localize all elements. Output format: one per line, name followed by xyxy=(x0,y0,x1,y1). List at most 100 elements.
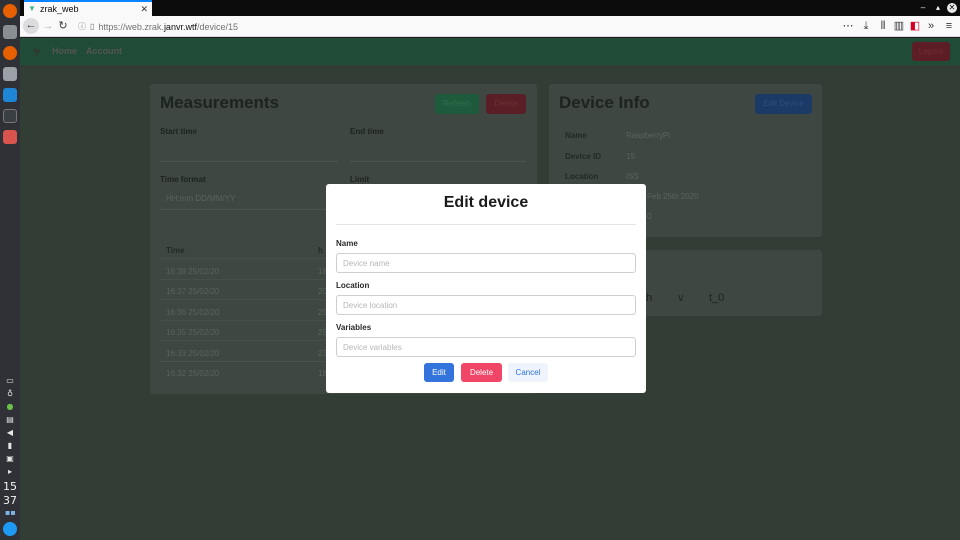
table-row-time: 16:36 25/02/20 xyxy=(166,308,220,317)
display-icon[interactable]: ▭ xyxy=(5,377,15,385)
modal-title: Edit device xyxy=(443,194,529,211)
name-label: Name xyxy=(565,131,587,140)
drive-icon[interactable] xyxy=(3,67,17,81)
maximize-icon[interactable]: ▴ xyxy=(933,3,943,13)
tab-close-icon[interactable]: ✕ xyxy=(140,4,148,15)
edit-device-button[interactable]: Edit Device xyxy=(755,94,812,114)
back-icon[interactable]: ← xyxy=(23,18,39,34)
notifications-icon[interactable]: ▣ xyxy=(5,455,15,463)
expand-tray-icon[interactable]: ▸ xyxy=(5,468,15,476)
refresh-button[interactable]: Refresh xyxy=(435,94,479,114)
time-format-label: Time format xyxy=(160,175,206,184)
browser-navbar: ← → ↻ ⓘ ▯ https:// web.zrak. janvr.wtf /… xyxy=(20,16,960,37)
url-bar[interactable]: ⓘ ▯ https:// web.zrak. janvr.wtf /device… xyxy=(78,19,853,34)
overflow-icon[interactable]: » xyxy=(923,19,939,34)
start-time-input[interactable] xyxy=(160,140,338,162)
row-divider xyxy=(160,299,330,300)
vue-logo-icon[interactable]: ▼ xyxy=(30,44,44,60)
delete-measurements-button[interactable]: Delete xyxy=(486,94,526,114)
clipboard-icon[interactable]: ▤ xyxy=(5,416,15,424)
edit-device-modal: Edit device Name Location Variables Edit… xyxy=(326,184,646,393)
device-info-title: Device Info xyxy=(559,93,650,112)
table-row-time: 16:38 25/02/20 xyxy=(166,267,220,276)
clock-minute: 37 xyxy=(3,494,17,507)
reload-icon[interactable]: ↻ xyxy=(55,19,71,34)
count-value: 0 xyxy=(647,212,652,221)
app-launcher-icon[interactable] xyxy=(3,522,17,536)
edit-button[interactable]: Edit xyxy=(424,363,454,382)
time-format-input[interactable]: HH:mm DD/MM/YY xyxy=(160,188,338,210)
table-row-time: 16:32 25/02/20 xyxy=(166,369,220,378)
url-subdomain: web.zrak. xyxy=(125,21,164,32)
updates-icon[interactable]: ● xyxy=(5,403,15,411)
row-divider xyxy=(160,279,330,280)
os-taskbar: ▭ ♁ ● ▤ ◀ ▮ ▣ ▸ 15 37 ▪▪ xyxy=(0,0,20,540)
measurements-title: Measurements xyxy=(160,93,280,112)
name-field-label: Name xyxy=(336,239,358,248)
location-label: Location xyxy=(565,172,599,181)
modal-divider xyxy=(336,224,636,225)
app-red-icon[interactable] xyxy=(3,130,17,144)
browser-tabbar: ▼ zrak_web ✕ + – ▴ ✕ xyxy=(20,0,960,16)
library-icon[interactable]: ⫴ xyxy=(875,19,891,34)
battery-icon[interactable]: ▮ xyxy=(5,442,15,450)
extension-icon[interactable]: ◧ xyxy=(907,19,923,34)
end-time-label: End time xyxy=(350,127,384,136)
minimize-icon[interactable]: – xyxy=(918,3,928,13)
row-divider xyxy=(160,320,330,321)
device-name-input[interactable] xyxy=(336,253,636,273)
logout-button[interactable]: Logout xyxy=(912,42,950,61)
column-header-time: Time xyxy=(166,246,185,255)
table-row-time: 16:35 25/02/20 xyxy=(166,328,220,337)
tab-title: zrak_web xyxy=(40,4,79,14)
limit-label: Limit xyxy=(350,175,370,184)
device-variables-input[interactable] xyxy=(336,337,636,357)
vscode-icon[interactable] xyxy=(3,88,17,102)
variable-chip: t_0 xyxy=(709,292,725,304)
row-divider xyxy=(160,258,330,259)
menu-icon[interactable]: ≡ xyxy=(941,19,957,34)
close-window-icon[interactable]: ✕ xyxy=(947,3,957,13)
downloads-icon[interactable]: ⤓ xyxy=(858,19,874,34)
location-value: ISS xyxy=(626,172,639,181)
variable-chip: h xyxy=(646,292,653,304)
name-value: RaspberryPi xyxy=(626,131,671,140)
page-actions-icon[interactable]: ⋯ xyxy=(840,19,856,34)
new-tab-icon[interactable]: + xyxy=(134,1,141,15)
firefox-alt-icon[interactable] xyxy=(3,46,17,60)
table-row-time: 16:37 25/02/20 xyxy=(166,287,220,296)
nav-account[interactable]: Account xyxy=(86,46,122,56)
forward-icon[interactable]: → xyxy=(40,19,56,34)
firefox-icon[interactable] xyxy=(3,4,17,18)
page-backdrop: ▼ Home Account Logout Measurements Refre… xyxy=(20,38,960,540)
volume-icon[interactable]: ◀ xyxy=(5,429,15,437)
files-icon[interactable] xyxy=(3,25,17,39)
start-time-label: Start time xyxy=(160,127,197,136)
row-divider xyxy=(160,340,330,341)
terminal-icon[interactable] xyxy=(3,109,17,123)
delete-button[interactable]: Delete xyxy=(461,363,502,382)
url-domain: janvr.wtf xyxy=(163,21,197,32)
mic-icon[interactable]: ♁ xyxy=(5,390,15,398)
end-time-input[interactable] xyxy=(350,140,526,162)
variables-field-label: Variables xyxy=(336,323,372,332)
app-navbar: ▼ Home Account Logout xyxy=(20,38,960,65)
clock-hour: 15 xyxy=(3,480,17,493)
cancel-button[interactable]: Cancel xyxy=(508,363,548,382)
vue-favicon-icon: ▼ xyxy=(28,4,36,13)
desktop-pager-icon[interactable]: ▪▪ xyxy=(5,509,16,517)
column-header-h: h xyxy=(318,246,323,255)
lock-icon: ▯ xyxy=(90,22,95,31)
sidebar-icon[interactable]: ▥ xyxy=(891,19,907,34)
created-value: Feb 25th 2020 xyxy=(647,192,699,201)
site-info-icon[interactable]: ⓘ xyxy=(78,21,86,32)
device-location-input[interactable] xyxy=(336,295,636,315)
browser-tab[interactable]: ▼ zrak_web ✕ xyxy=(24,0,152,16)
row-divider xyxy=(160,361,330,362)
variable-chip: v xyxy=(678,292,684,304)
nav-home[interactable]: Home xyxy=(52,46,77,56)
device-id-label: Device ID xyxy=(565,152,602,161)
url-path: /device/15 xyxy=(196,21,238,32)
location-field-label: Location xyxy=(336,281,370,290)
table-row-time: 16:33 25/02/20 xyxy=(166,349,220,358)
